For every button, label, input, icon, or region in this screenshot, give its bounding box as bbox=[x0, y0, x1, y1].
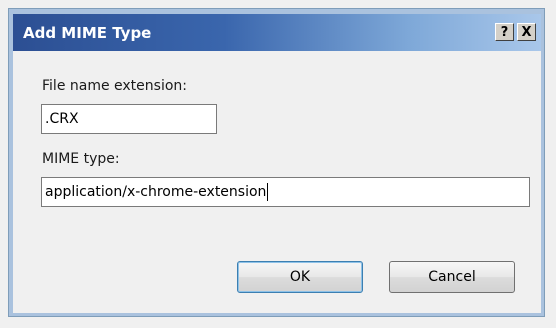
close-icon: X bbox=[521, 24, 532, 40]
text-caret bbox=[267, 183, 269, 201]
extension-input[interactable]: .CRX bbox=[41, 104, 217, 134]
cancel-button[interactable]: Cancel bbox=[389, 261, 515, 293]
dialog-title: Add MIME Type bbox=[23, 24, 152, 42]
extension-value: .CRX bbox=[45, 111, 79, 127]
help-icon: ? bbox=[500, 24, 509, 40]
mime-type-value: application/x-chrome-extension bbox=[45, 184, 267, 200]
extension-label: File name extension: bbox=[42, 78, 187, 94]
help-button[interactable]: ? bbox=[495, 23, 514, 41]
ok-button-label: OK bbox=[289, 269, 311, 285]
dialog-body: File name extension: .CRX MIME type: app… bbox=[13, 51, 541, 313]
mime-type-label: MIME type: bbox=[42, 151, 120, 167]
mime-type-input[interactable]: application/x-chrome-extension bbox=[41, 177, 530, 207]
close-button[interactable]: X bbox=[517, 23, 536, 41]
ok-button[interactable]: OK bbox=[237, 261, 363, 293]
title-bar-buttons: ? X bbox=[495, 23, 536, 41]
title-bar[interactable]: Add MIME Type ? X bbox=[13, 14, 541, 51]
cancel-button-label: Cancel bbox=[428, 269, 476, 285]
add-mime-type-dialog: Add MIME Type ? X File name extension: .… bbox=[8, 8, 545, 317]
